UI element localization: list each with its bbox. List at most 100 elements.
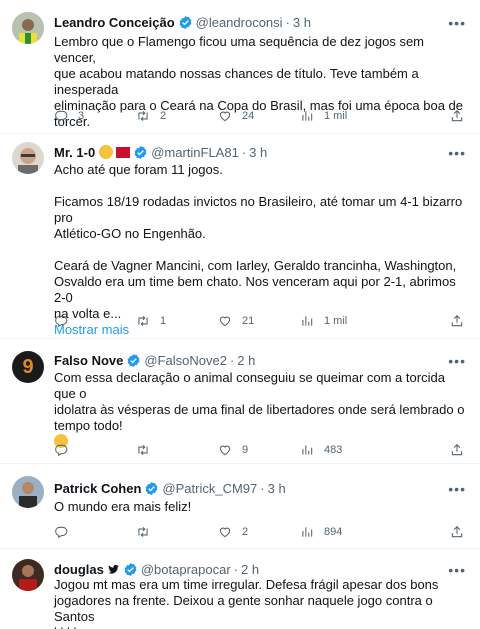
share-icon — [450, 525, 464, 539]
views-button[interactable]: 1 mil — [300, 106, 347, 126]
like-count: 9 — [242, 444, 249, 456]
views-icon — [300, 443, 314, 457]
timestamp[interactable]: 3 h — [249, 145, 267, 160]
avatar[interactable] — [12, 476, 44, 508]
tweet-text-line: Acho até que foram 11 jogos. — [54, 162, 223, 177]
view-count: 1 mil — [324, 315, 348, 327]
tweet-text: Com essa declaração o animal conseguiu s… — [54, 370, 468, 450]
reply-button[interactable] — [54, 440, 78, 460]
avatar[interactable] — [12, 142, 44, 174]
more-icon[interactable]: ••• — [448, 354, 466, 368]
like-button[interactable]: 9 — [218, 440, 248, 460]
reply-button[interactable] — [54, 311, 78, 331]
action-bar: 9 483 — [54, 440, 468, 460]
timestamp[interactable]: 2 h — [237, 353, 255, 368]
author-name[interactable]: Falso Nove — [54, 353, 123, 368]
like-button[interactable]: 24 — [218, 106, 254, 126]
more-icon[interactable]: ••• — [448, 482, 466, 496]
action-bar: 2 894 — [54, 522, 468, 542]
share-button[interactable] — [450, 311, 464, 331]
author-handle[interactable]: @botaprapocar — [141, 562, 231, 577]
reply-count: 3 — [78, 110, 85, 122]
tweet-text-line: kkkk — [54, 625, 468, 629]
tweet[interactable]: Patrick Cohen @Patrick_CM97 · 3 h ••• O … — [0, 464, 480, 549]
avatar[interactable] — [12, 12, 44, 44]
separator-dot: · — [285, 14, 290, 30]
like-count: 21 — [242, 315, 255, 327]
share-button[interactable] — [450, 522, 464, 542]
author-handle[interactable]: @martinFLA81 — [151, 145, 239, 160]
tweet[interactable]: Mr. 1-0 @martinFLA81 · 3 h ••• Acho até … — [0, 134, 480, 339]
views-icon — [300, 109, 314, 123]
more-icon[interactable]: ••• — [448, 563, 466, 577]
retweet-count: 2 — [160, 110, 167, 122]
author-name[interactable]: douglas — [54, 562, 104, 577]
verified-badge-icon — [178, 15, 193, 30]
share-button[interactable] — [450, 106, 464, 126]
bird-icon — [107, 564, 119, 574]
more-icon[interactable]: ••• — [448, 16, 466, 30]
retweet-button[interactable]: 2 — [136, 106, 166, 126]
author-name[interactable]: Mr. 1-0 — [54, 145, 95, 160]
avatar[interactable] — [12, 559, 44, 591]
reply-icon — [54, 109, 68, 123]
separator-dot: · — [233, 561, 238, 577]
tweet-text-line: jogadores na frente. Deixou a gente sonh… — [54, 593, 433, 624]
views-icon — [300, 314, 314, 328]
reply-icon — [54, 525, 68, 539]
verified-badge-icon — [144, 481, 159, 496]
view-count: 894 — [324, 526, 343, 538]
like-icon — [218, 314, 232, 328]
like-button[interactable]: 2 — [218, 522, 248, 542]
retweet-icon — [136, 109, 150, 123]
author-name[interactable]: Patrick Cohen — [54, 481, 141, 496]
tweet-text-line — [54, 178, 468, 194]
views-icon — [300, 525, 314, 539]
reply-button[interactable] — [54, 522, 78, 542]
author-handle[interactable]: @FalsoNove2 — [144, 353, 227, 368]
view-count: 483 — [324, 444, 343, 456]
view-count: 1 mil — [324, 110, 348, 122]
retweet-count: 1 — [160, 315, 167, 327]
share-button[interactable] — [450, 440, 464, 460]
retweet-icon — [136, 525, 150, 539]
action-bar: 1 21 1 mil — [54, 311, 468, 331]
tweet[interactable]: douglas @botaprapocar · 2 h ••• Jogou mt… — [0, 549, 480, 629]
tweet-text-line: Jogou mt mas era um time irregular. Defe… — [54, 577, 439, 592]
retweet-icon — [136, 443, 150, 457]
reply-button[interactable]: 3 — [54, 106, 84, 126]
like-icon — [218, 443, 232, 457]
verified-badge-icon — [123, 562, 138, 577]
author-handle[interactable]: @Patrick_CM97 — [162, 481, 257, 496]
separator-dot: · — [260, 480, 265, 496]
separator-dot: · — [241, 144, 247, 160]
author-name[interactable]: Leandro Conceição — [54, 15, 175, 30]
like-button[interactable]: 21 — [218, 311, 254, 331]
share-icon — [450, 314, 464, 328]
tweet-text-line: Osvaldo era um time bem chato. Nos vence… — [54, 274, 456, 305]
share-icon — [450, 109, 464, 123]
retweet-button[interactable] — [136, 440, 160, 460]
author-handle[interactable]: @leandroconsi — [196, 15, 283, 30]
views-button[interactable]: 483 — [300, 440, 342, 460]
tweet-text: Jogou mt mas era um time irregular. Defe… — [54, 577, 468, 629]
tweet[interactable]: Leandro Conceição @leandroconsi · 3 h ••… — [0, 0, 480, 134]
avatar[interactable]: 9 — [12, 351, 44, 383]
tweet-text-line: Atlético-GO no Engenhão. — [54, 226, 206, 241]
verified-badge-icon — [126, 353, 141, 368]
timestamp[interactable]: 3 h — [293, 15, 311, 30]
timestamp[interactable]: 3 h — [268, 481, 286, 496]
action-bar: 3 2 24 1 mil — [54, 106, 468, 126]
more-icon[interactable]: ••• — [448, 146, 466, 160]
reply-icon — [54, 443, 68, 457]
tweet-text-line: Ficamos 18/19 rodadas invictos no Brasil… — [54, 194, 463, 225]
tweet[interactable]: 9 Falso Nove @FalsoNove2 · 2 h ••• Com e… — [0, 339, 480, 464]
like-icon — [218, 109, 232, 123]
timestamp[interactable]: 2 h — [241, 562, 259, 577]
retweet-button[interactable]: 1 — [136, 311, 166, 331]
views-button[interactable]: 1 mil — [300, 311, 347, 331]
like-count: 2 — [242, 526, 249, 538]
views-button[interactable]: 894 — [300, 522, 342, 542]
emoji-icon — [99, 145, 114, 159]
retweet-button[interactable] — [136, 522, 160, 542]
